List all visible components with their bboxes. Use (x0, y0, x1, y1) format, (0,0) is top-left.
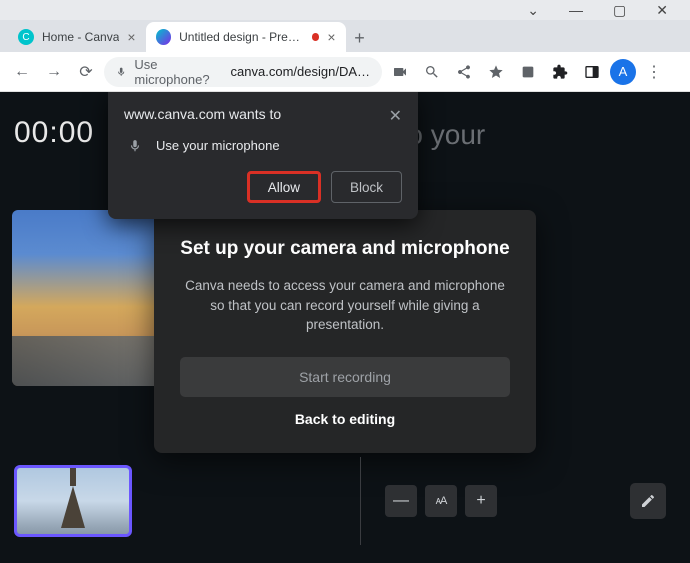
browser-toolbar: ← → ⟳ Use microphone? canva.com/design/D… (0, 52, 690, 92)
puzzle-icon[interactable] (546, 58, 574, 86)
slide-filmstrip (0, 439, 360, 563)
address-bar[interactable]: Use microphone? canva.com/design/DA… (104, 57, 382, 87)
window-close-icon[interactable]: ✕ (656, 2, 668, 19)
permission-item: Use your microphone (124, 138, 402, 153)
setup-heading: Set up your camera and microphone (180, 238, 510, 260)
recording-indicator-icon (312, 33, 320, 41)
window-maximize-icon[interactable]: ▢ (613, 2, 626, 19)
text-size-increase-button[interactable]: + (465, 485, 497, 517)
bottom-bar: — ᴀA + (0, 439, 690, 563)
camera-icon[interactable] (386, 58, 414, 86)
text-size-decrease-button[interactable]: — (385, 485, 417, 517)
window-controls: ⌄ — ▢ ✕ (0, 0, 690, 20)
tab-label: Untitled design - Presen (179, 30, 303, 44)
reload-button[interactable]: ⟳ (72, 58, 100, 86)
start-recording-button[interactable]: Start recording (180, 357, 510, 397)
notes-controls: — ᴀA + (361, 439, 690, 563)
permission-title: www.canva.com wants to (124, 106, 281, 122)
new-tab-button[interactable]: + (346, 24, 374, 52)
recording-timer: 00:00 (14, 116, 94, 150)
tab-close-icon[interactable]: × (327, 29, 335, 45)
back-button[interactable]: ← (8, 58, 36, 86)
share-icon[interactable] (450, 58, 478, 86)
sidepanel-icon[interactable] (578, 58, 606, 86)
allow-button[interactable]: Allow (247, 171, 321, 203)
kebab-menu-icon[interactable]: ⋮ (640, 58, 668, 86)
camera-mic-setup-modal: Set up your camera and microphone Canva … (154, 210, 536, 453)
block-button[interactable]: Block (331, 171, 402, 203)
profile-avatar[interactable]: A (610, 59, 636, 85)
window-dropdown-icon[interactable]: ⌄ (527, 2, 539, 19)
forward-button[interactable]: → (40, 58, 68, 86)
canva-favicon-icon: C (18, 29, 34, 45)
tab-close-icon[interactable]: × (127, 29, 135, 45)
setup-description: Canva needs to access your camera and mi… (180, 276, 510, 335)
tab-home-canva[interactable]: C Home - Canva × (8, 22, 146, 52)
bookmark-icon[interactable] (482, 58, 510, 86)
tab-untitled-design[interactable]: Untitled design - Presen × (146, 22, 346, 52)
omnibox-url: canva.com/design/DA… (231, 64, 370, 79)
permission-prompt: www.canva.com wants to ✕ Use your microp… (108, 92, 418, 219)
microphone-icon (128, 139, 142, 153)
permission-item-label: Use your microphone (156, 138, 280, 153)
tab-strip: C Home - Canva × Untitled design - Prese… (0, 20, 690, 52)
tab-label: Home - Canva (42, 30, 119, 44)
slide-preview-large (12, 210, 170, 386)
zoom-icon[interactable] (418, 58, 446, 86)
canva-favicon-icon (156, 29, 172, 45)
omnibox-hint: Use microphone? (134, 57, 222, 87)
eiffel-tower-icon (61, 486, 85, 528)
edit-notes-button[interactable] (630, 483, 666, 519)
canva-recording-page: 00:00 d notes to your sign Set up your c… (0, 92, 690, 563)
pencil-icon (640, 493, 656, 509)
permission-close-icon[interactable]: ✕ (389, 106, 402, 126)
text-size-indicator[interactable]: ᴀA (425, 485, 457, 517)
slide-thumbnail-selected[interactable] (14, 465, 132, 537)
extension-icon[interactable] (514, 58, 542, 86)
window-minimize-icon[interactable]: — (569, 2, 583, 18)
back-to-editing-link[interactable]: Back to editing (180, 411, 510, 427)
microphone-icon (116, 66, 126, 78)
